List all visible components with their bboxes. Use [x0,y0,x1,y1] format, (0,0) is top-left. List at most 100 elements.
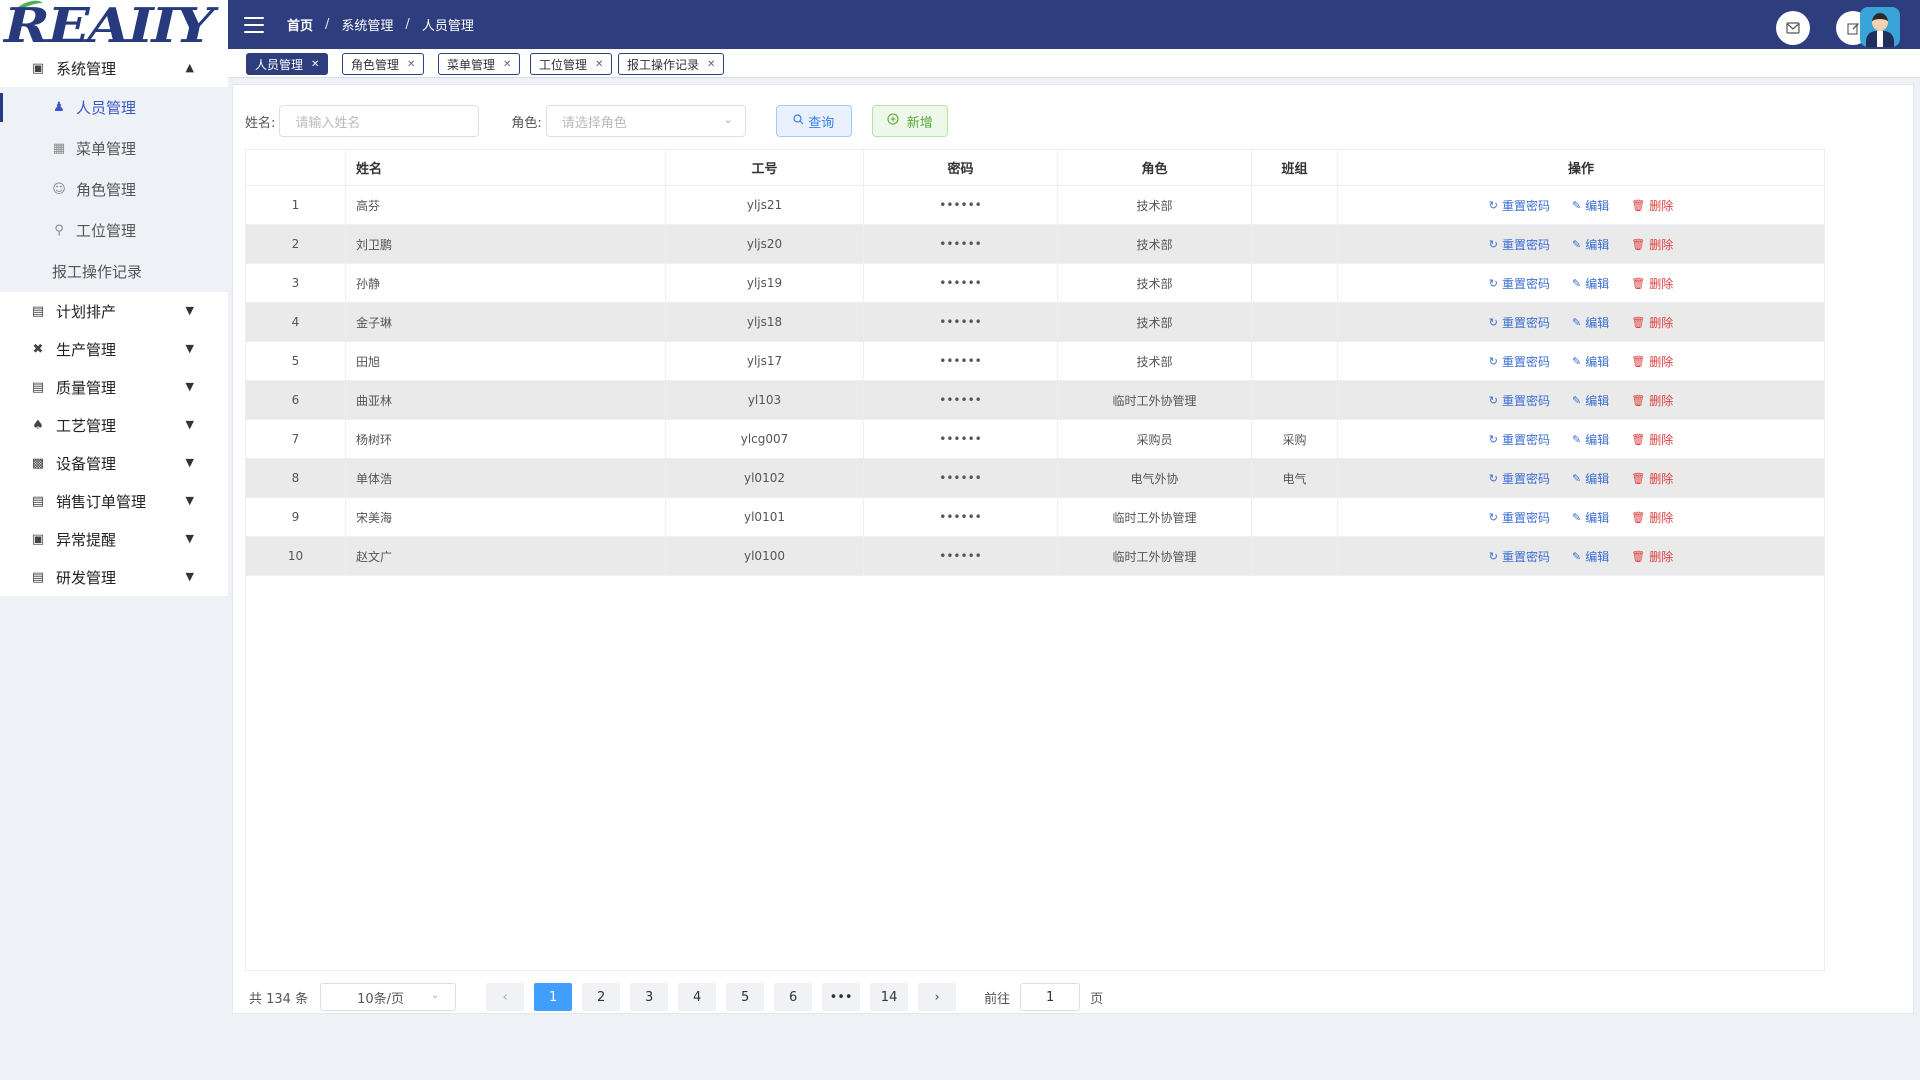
reset-password-button[interactable]: ↻ 重置密码 [1489,509,1550,526]
delete-label: 删除 [1649,198,1674,213]
page-button[interactable]: 6 [774,983,813,1011]
close-icon[interactable]: ✕ [311,59,319,70]
edit-button[interactable]: ✎ 编辑 [1572,392,1609,409]
sidebar-group-7[interactable]: ▣ 异常提醒 ▼ [0,520,228,558]
tab-label: 角色管理 [351,57,400,72]
sidebar-group-1[interactable]: ▤ 计划排产 ▼ [0,292,228,330]
sidebar-group-5[interactable]: ▩ 设备管理 ▼ [0,444,228,482]
sidebar-item-label: 人员管理 [76,99,137,117]
reset-label: 重置密码 [1501,471,1550,486]
sidebar-item-0-4[interactable]: 报工操作记录 [0,251,228,292]
sidebar-group-0[interactable]: ▣ 系统管理 ▲ [0,49,228,87]
cell-id: yl0102 [666,459,864,497]
tab-label: 工位管理 [539,57,588,72]
edit-label: 编辑 [1585,432,1610,447]
edit-button[interactable]: ✎ 编辑 [1572,509,1609,526]
delete-button[interactable]: 🗑 删除 [1631,470,1673,487]
delete-button[interactable]: 🗑 删除 [1631,431,1673,448]
delete-button[interactable]: 🗑 删除 [1631,548,1673,565]
cell-actions: ↻ 重置密码 ✎ 编辑 🗑 删除 [1338,342,1824,380]
breadcrumb-system[interactable]: 系统管理 [341,15,393,34]
page-button[interactable]: 1 [534,983,573,1011]
prev-page-button[interactable]: ‹ [486,983,525,1011]
edit-button[interactable]: ✎ 编辑 [1572,314,1609,331]
reset-password-button[interactable]: ↻ 重置密码 [1489,275,1550,292]
name-search-input[interactable]: 请输入姓名 [279,105,480,137]
edit-button[interactable]: ✎ 编辑 [1572,431,1609,448]
cell-role: 技术部 [1058,225,1252,263]
edit-button[interactable]: ✎ 编辑 [1572,353,1609,370]
sidebar-item-0-3[interactable]: ⚲ 工位管理 [0,210,228,251]
sidebar-group-2[interactable]: ✖ 生产管理 ▼ [0,330,228,368]
sidebar-group-label: 生产管理 [56,340,117,359]
reset-password-button[interactable]: ↻ 重置密码 [1489,392,1550,409]
next-page-button[interactable]: › [918,983,957,1011]
more-pages-button[interactable]: ••• [822,983,861,1011]
page-button[interactable]: 4 [678,983,717,1011]
page-button[interactable]: 3 [630,983,669,1011]
avatar[interactable] [1860,7,1900,47]
delete-button[interactable]: 🗑 删除 [1631,236,1673,253]
sidebar-group-8[interactable]: ▤ 研发管理 ▼ [0,558,228,596]
sidebar-item-0-0[interactable]: ♟ 人员管理 [0,87,228,128]
name-placeholder: 请输入姓名 [295,115,361,131]
close-icon[interactable]: ✕ [707,59,715,70]
delete-button[interactable]: 🗑 删除 [1631,392,1673,409]
page-button[interactable]: 2 [582,983,621,1011]
table-row: 4 金子琳 yljs18 •••••• 技术部 ↻ 重置密码 ✎ 编辑 🗑 删除 [246,303,1824,342]
device-icon: ▩ [31,455,45,471]
tab-0[interactable]: 人员管理 ✕ [246,53,329,75]
breadcrumb-home[interactable]: 首页 [287,15,313,34]
sidebar-group-3[interactable]: ▤ 质量管理 ▼ [0,368,228,406]
cell-role: 技术部 [1058,303,1252,341]
cell-name: 曲亚林 [346,381,666,419]
hamburger-menu-icon[interactable] [244,16,264,33]
tab-1[interactable]: 角色管理 ✕ [342,53,425,75]
query-button[interactable]: 查询 [775,105,852,137]
trash-icon: 🗑 [1631,315,1646,329]
cell-name: 赵文广 [346,537,666,575]
edit-button[interactable]: ✎ 编辑 [1572,470,1609,487]
tab-3[interactable]: 工位管理 ✕ [530,53,613,75]
delete-button[interactable]: 🗑 删除 [1631,314,1673,331]
reset-password-button[interactable]: ↻ 重置密码 [1489,314,1550,331]
delete-button[interactable]: 🗑 删除 [1631,197,1673,214]
page-button[interactable]: 5 [726,983,765,1011]
mail-icon[interactable] [1776,11,1810,45]
pencil-icon: ✎ [1572,432,1582,446]
sidebar-group-4[interactable]: ♠ 工艺管理 ▼ [0,406,228,444]
edit-button[interactable]: ✎ 编辑 [1572,236,1609,253]
reset-password-button[interactable]: ↻ 重置密码 [1489,353,1550,370]
edit-button[interactable]: ✎ 编辑 [1572,548,1609,565]
table-row: 1 高芬 yljs21 •••••• 技术部 ↻ 重置密码 ✎ 编辑 🗑 删除 [246,186,1824,225]
reset-label: 重置密码 [1501,549,1550,564]
edit-button[interactable]: ✎ 编辑 [1572,197,1609,214]
role-select[interactable]: 请选择角色 ⌄ [545,105,746,137]
page-button[interactable]: 14 [870,983,909,1011]
sidebar-group-6[interactable]: ▤ 销售订单管理 ▼ [0,482,228,520]
cell-password: •••••• [864,381,1058,419]
reset-password-button[interactable]: ↻ 重置密码 [1489,197,1550,214]
close-icon[interactable]: ✕ [503,59,511,70]
delete-button[interactable]: 🗑 删除 [1631,353,1673,370]
page-size-select[interactable]: 10条/页 ⌄ [320,983,457,1011]
tab-2[interactable]: 菜单管理 ✕ [438,53,521,75]
delete-button[interactable]: 🗑 删除 [1631,275,1673,292]
close-icon[interactable]: ✕ [595,59,603,70]
reset-password-button[interactable]: ↻ 重置密码 [1489,431,1550,448]
reset-password-button[interactable]: ↻ 重置密码 [1489,470,1550,487]
edit-button[interactable]: ✎ 编辑 [1572,275,1609,292]
sidebar-item-0-2[interactable]: ☺ 角色管理 [0,169,228,210]
tab-4[interactable]: 报工操作记录 ✕ [618,53,725,75]
close-icon[interactable]: ✕ [407,59,415,70]
delete-button[interactable]: 🗑 删除 [1631,509,1673,526]
reset-password-button[interactable]: ↻ 重置密码 [1489,236,1550,253]
goto-page-input[interactable]: 1 [1020,983,1081,1011]
reset-password-button[interactable]: ↻ 重置密码 [1489,548,1550,565]
cell-password: •••••• [864,186,1058,224]
add-button[interactable]: 新增 [871,105,948,137]
sidebar-item-0-1[interactable]: ▦ 菜单管理 [0,128,228,169]
delete-label: 删除 [1649,510,1674,525]
reset-label: 重置密码 [1501,198,1550,213]
cell-actions: ↻ 重置密码 ✎ 编辑 🗑 删除 [1338,498,1824,536]
